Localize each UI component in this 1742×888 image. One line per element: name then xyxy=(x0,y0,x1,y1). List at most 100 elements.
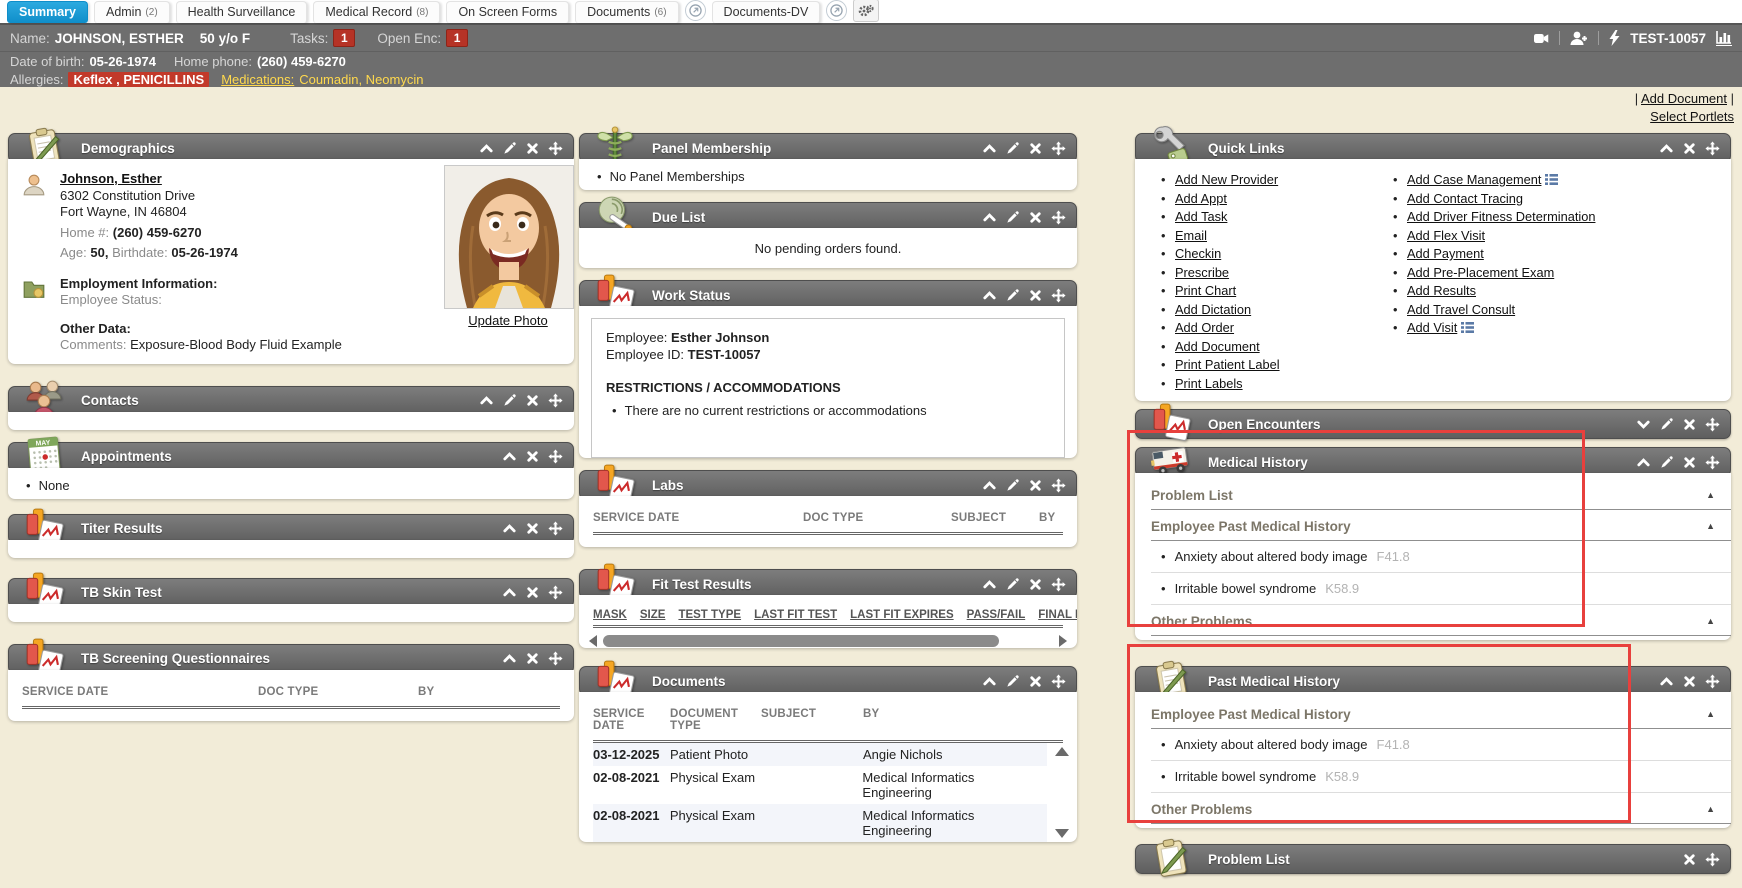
list-icon[interactable] xyxy=(1461,322,1474,333)
close-icon[interactable] xyxy=(1028,577,1043,592)
quick-link[interactable]: Add Document xyxy=(1175,339,1260,354)
video-camera-icon[interactable] xyxy=(1534,31,1549,46)
collapse-icon[interactable] xyxy=(982,210,997,225)
collapse-icon[interactable] xyxy=(1636,455,1651,470)
move-icon[interactable] xyxy=(1705,455,1720,470)
close-icon[interactable] xyxy=(525,141,540,156)
quick-link[interactable]: Print Chart xyxy=(1175,283,1236,298)
close-icon[interactable] xyxy=(525,449,540,464)
collapse-icon[interactable] xyxy=(982,288,997,303)
quick-link[interactable]: Add Results xyxy=(1407,283,1476,298)
edit-pencil-icon[interactable] xyxy=(502,393,517,408)
section-other-problems[interactable]: Other Problems▲ xyxy=(1135,605,1731,635)
section-problem-list[interactable]: Problem List▲ xyxy=(1135,479,1731,509)
move-icon[interactable] xyxy=(548,141,563,156)
column-header[interactable]: BY xyxy=(863,708,879,732)
column-header[interactable]: SIZE xyxy=(640,609,666,621)
open-enc-count-badge[interactable]: 1 xyxy=(446,29,468,47)
section-collapse-icon[interactable]: ▲ xyxy=(1706,804,1715,814)
move-icon[interactable] xyxy=(1705,674,1720,689)
close-icon[interactable] xyxy=(1682,141,1697,156)
collapse-icon[interactable] xyxy=(502,651,517,666)
collapse-icon[interactable] xyxy=(982,674,997,689)
expand-icon[interactable] xyxy=(1636,417,1651,432)
tab-admin[interactable]: Admin(2) xyxy=(94,1,170,23)
move-icon[interactable] xyxy=(548,449,563,464)
close-icon[interactable] xyxy=(1682,852,1697,867)
edit-pencil-icon[interactable] xyxy=(1659,455,1674,470)
tab-medical-record[interactable]: Medical Record(8) xyxy=(313,1,440,23)
close-icon[interactable] xyxy=(525,521,540,536)
section-collapse-icon[interactable]: ▲ xyxy=(1706,616,1715,626)
column-header[interactable]: LAST FIT TEST xyxy=(754,609,837,621)
move-icon[interactable] xyxy=(1705,417,1720,432)
medications-link[interactable]: Medications: xyxy=(221,72,294,87)
column-header[interactable]: SERVICE DATE xyxy=(593,512,803,524)
quick-link[interactable]: Add Driver Fitness Determination xyxy=(1407,209,1595,224)
collapse-icon[interactable] xyxy=(1659,141,1674,156)
edit-pencil-icon[interactable] xyxy=(1659,417,1674,432)
list-icon[interactable] xyxy=(1545,174,1558,185)
column-header[interactable]: BY xyxy=(418,686,434,698)
close-icon[interactable] xyxy=(1028,478,1043,493)
table-row[interactable]: 03-12-2025 Patient Photo Angie Nichols xyxy=(593,743,1047,766)
move-icon[interactable] xyxy=(548,521,563,536)
quick-link[interactable]: Print Labels xyxy=(1175,376,1243,391)
update-photo-link[interactable]: Update Photo xyxy=(468,313,548,328)
quick-link[interactable]: Add Flex Visit xyxy=(1407,228,1485,243)
column-header[interactable]: SERVICE DATE xyxy=(593,708,670,732)
quick-link[interactable]: Email xyxy=(1175,228,1207,243)
scroll-up-icon[interactable] xyxy=(1055,732,1069,756)
close-icon[interactable] xyxy=(1028,674,1043,689)
section-other-problems[interactable]: Other Problems▲ xyxy=(1135,793,1731,823)
collapse-icon[interactable] xyxy=(479,141,494,156)
collapse-icon[interactable] xyxy=(502,521,517,536)
edit-pencil-icon[interactable] xyxy=(1005,141,1020,156)
vertical-scrollbar[interactable] xyxy=(1055,732,1069,838)
tab-summary[interactable]: Summary xyxy=(7,1,88,23)
collapse-icon[interactable] xyxy=(982,478,997,493)
quick-link[interactable]: Checkin xyxy=(1175,246,1221,261)
edit-pencil-icon[interactable] xyxy=(1005,210,1020,225)
quick-link[interactable]: Add New Provider xyxy=(1175,172,1278,187)
quick-link[interactable]: Add Payment xyxy=(1407,246,1484,261)
close-icon[interactable] xyxy=(1028,141,1043,156)
collapse-icon[interactable] xyxy=(982,577,997,592)
scroll-left-icon[interactable] xyxy=(589,635,597,647)
collapse-icon[interactable] xyxy=(502,585,517,600)
allergies-value[interactable]: Keflex , PENICILLINS xyxy=(68,72,209,87)
column-header[interactable]: BY xyxy=(1039,512,1055,524)
problem-item[interactable]: •Anxiety about altered body imageF41.8 xyxy=(1135,541,1731,572)
select-portlets-link[interactable]: Select Portlets xyxy=(1650,109,1734,124)
settings-gear-icon[interactable] xyxy=(853,0,879,22)
lightning-bolt-icon[interactable] xyxy=(1609,30,1620,46)
edit-pencil-icon[interactable] xyxy=(1005,674,1020,689)
scroll-down-icon[interactable] xyxy=(1055,829,1069,838)
column-header[interactable]: LAST FIT EXPIRES xyxy=(850,609,954,621)
scroll-right-icon[interactable] xyxy=(1059,635,1067,647)
add-document-link[interactable]: Add Document xyxy=(1641,91,1727,106)
edit-pencil-icon[interactable] xyxy=(1005,478,1020,493)
patient-name-link[interactable]: Johnson, Esther xyxy=(60,171,162,186)
tab-health-surveillance[interactable]: Health Surveillance xyxy=(176,1,308,23)
column-header[interactable]: PASS/FAIL xyxy=(967,609,1026,621)
move-icon[interactable] xyxy=(1051,210,1066,225)
quick-link[interactable]: Add Travel Consult xyxy=(1407,302,1515,317)
column-header[interactable]: SUBJECT xyxy=(761,708,863,732)
tab-documents[interactable]: Documents(6) xyxy=(575,1,678,23)
quick-link[interactable]: Add Visit xyxy=(1407,320,1457,335)
collapse-icon[interactable] xyxy=(479,393,494,408)
quick-link[interactable]: Add Case Management xyxy=(1407,172,1541,187)
quick-link[interactable]: Add Order xyxy=(1175,320,1234,335)
quick-link[interactable]: Add Contact Tracing xyxy=(1407,191,1523,206)
collapse-icon[interactable] xyxy=(502,449,517,464)
column-header[interactable]: MASK xyxy=(593,609,627,621)
move-icon[interactable] xyxy=(548,393,563,408)
problem-item[interactable]: •Irritable bowel syndromeK58.9 xyxy=(1135,761,1731,792)
tab-documents-dv[interactable]: Documents-DV xyxy=(712,1,821,23)
quick-link[interactable]: Add Pre-Placement Exam xyxy=(1407,265,1554,280)
horizontal-scrollbar[interactable] xyxy=(589,634,1067,648)
section-collapse-icon[interactable]: ▲ xyxy=(1706,521,1715,531)
close-icon[interactable] xyxy=(1682,674,1697,689)
move-icon[interactable] xyxy=(1051,141,1066,156)
